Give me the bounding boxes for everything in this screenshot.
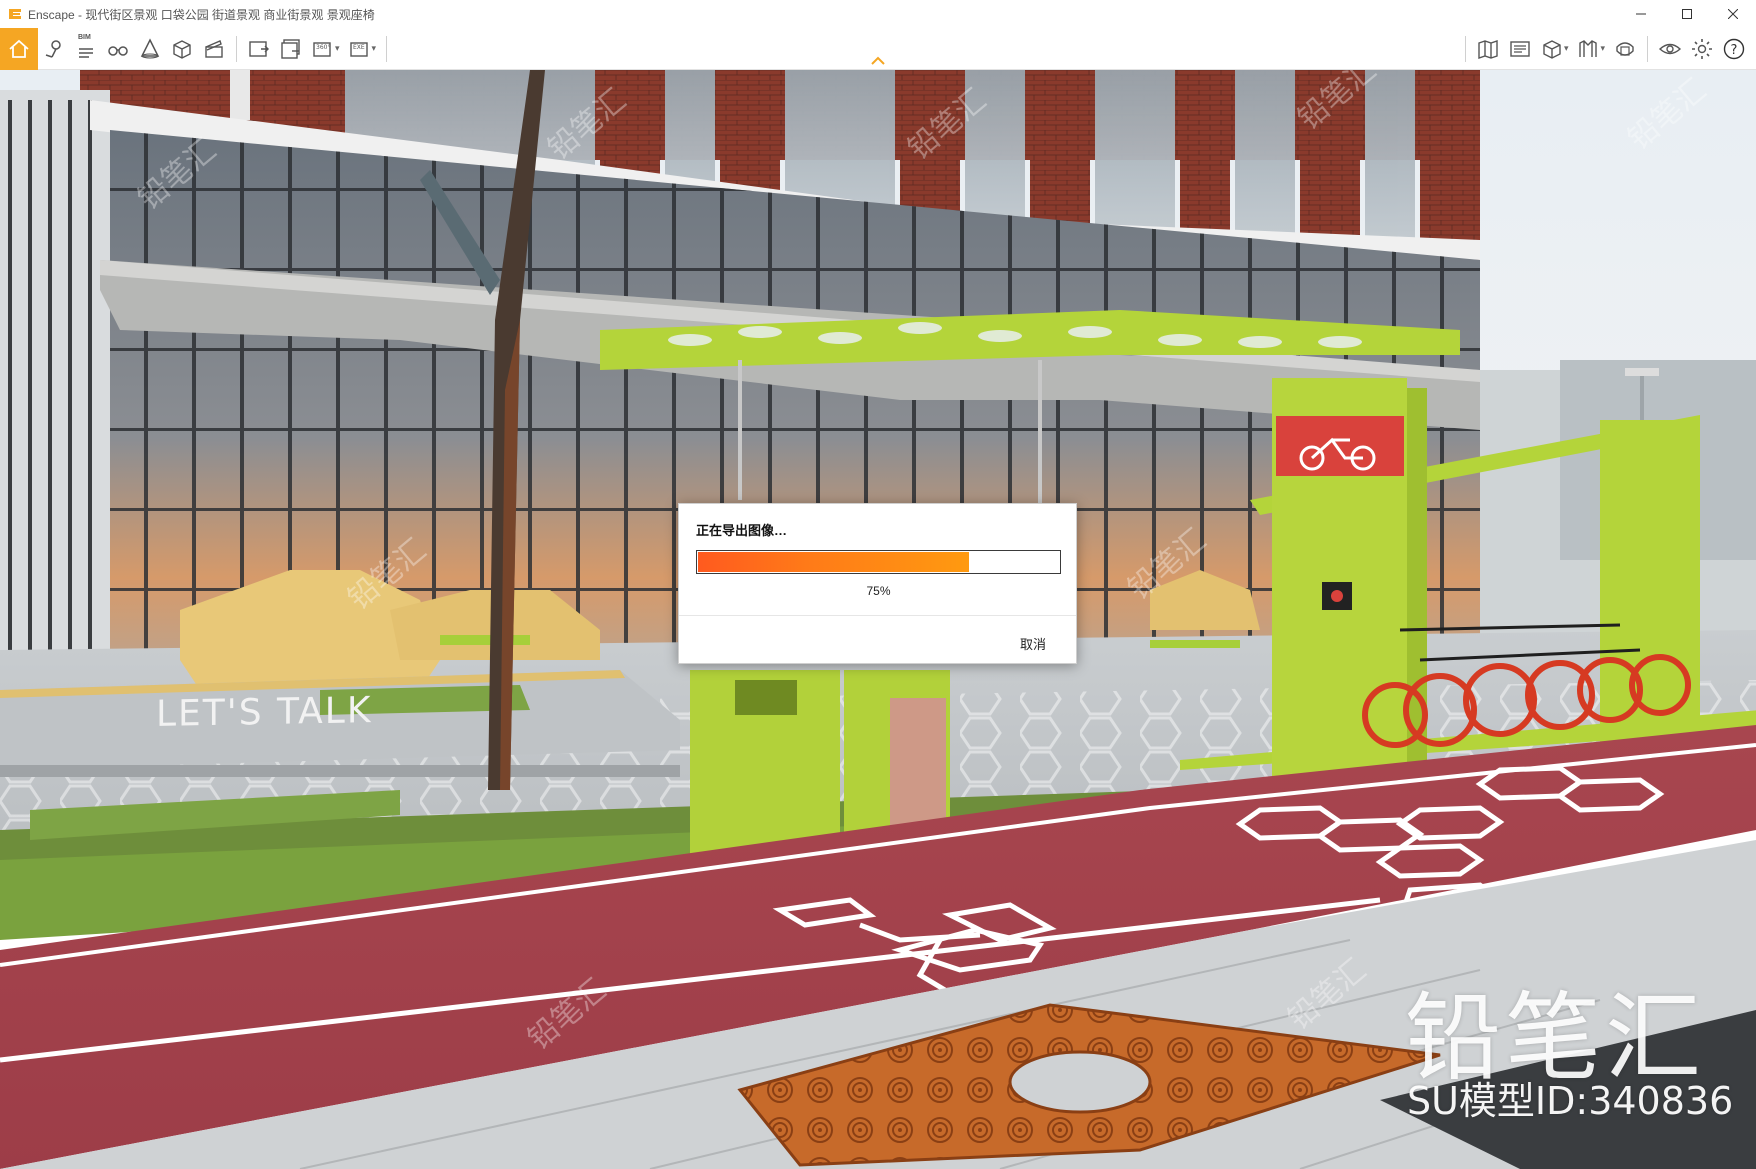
video-editor-button[interactable] (198, 31, 230, 67)
bim-label: BIM (78, 33, 91, 41)
cone-button[interactable] (134, 31, 166, 67)
screenshot-icon (249, 40, 269, 57)
binoculars-button[interactable] (102, 31, 134, 67)
close-icon (1728, 9, 1738, 19)
material-button[interactable] (1572, 31, 1604, 67)
batch-render-button[interactable] (275, 31, 307, 67)
window-title: Enscape - 现代街区景观 口袋公园 街道景观 商业街景观 景观座椅 (28, 7, 375, 22)
panorama-button[interactable]: 360° (307, 31, 339, 67)
enscape-window: Enscape - 现代街区景观 口袋公园 街道景观 商业街景观 景观座椅 BI… (0, 0, 1756, 1169)
help-icon: ? (1723, 38, 1745, 59)
cube-icon (1543, 39, 1561, 59)
view-button[interactable] (1654, 31, 1686, 67)
cancel-button[interactable]: 取消 (1020, 634, 1046, 653)
binoculars-icon (108, 45, 128, 56)
minimize-button[interactable] (1618, 0, 1664, 28)
maximize-icon (1682, 9, 1692, 19)
exe-export-button[interactable]: EXE (344, 31, 376, 67)
asset-library-button[interactable] (1504, 31, 1536, 67)
exe-export-icon: EXE (349, 41, 368, 57)
asset-library-icon (1510, 40, 1530, 57)
settings-button[interactable] (1686, 31, 1718, 67)
clapper-icon (205, 39, 223, 58)
bim-button[interactable]: BIM (70, 31, 102, 67)
toolbar-separator (236, 35, 237, 62)
collapse-toolbar-icon[interactable] (870, 56, 886, 66)
cone-icon (140, 37, 160, 58)
progress-percentage: 75% (866, 584, 891, 598)
dialog-title: 正在导出图像… (696, 523, 788, 538)
minimize-icon (1636, 13, 1646, 15)
app-name: Enscape (28, 7, 75, 22)
panorama-label: 360° (316, 44, 330, 51)
cube-button[interactable] (1536, 31, 1568, 67)
visual-settings-icon (1616, 41, 1634, 56)
toolbar-separator (386, 35, 388, 62)
help-button[interactable]: ? (1718, 31, 1750, 67)
box-icon (173, 39, 191, 59)
box-button[interactable] (166, 31, 198, 67)
title-tags: 现代街区景观 口袋公园 街道景观 商业街景观 景观座椅 (85, 7, 375, 22)
gear-icon (1692, 38, 1712, 59)
batch-render-icon (281, 38, 300, 59)
window-controls (1618, 0, 1756, 28)
panorama-icon: 360° (313, 41, 331, 57)
eye-icon (1658, 43, 1682, 54)
enscape-logo-icon (9, 9, 21, 19)
export-label: EXE (353, 44, 365, 51)
export-progress-dialog: 正在导出图像… 75% 取消 (678, 503, 1077, 664)
toolbar-separator (1464, 35, 1466, 62)
map-icon (1478, 39, 1498, 59)
lets-talk-sign: LET'S TALK (156, 690, 373, 735)
watermark-model-id: SU模型ID:340836 (1407, 1079, 1734, 1123)
map-button[interactable] (1472, 31, 1504, 67)
toolbar-separator (1647, 35, 1648, 62)
progress-bar (696, 550, 1061, 574)
svg-text:?: ? (1731, 43, 1738, 58)
close-button[interactable] (1710, 0, 1756, 28)
location-button[interactable] (38, 31, 70, 67)
material-icon (1579, 39, 1598, 57)
visual-settings-button[interactable] (1609, 31, 1641, 67)
screenshot-button[interactable] (243, 31, 275, 67)
home-icon (9, 39, 29, 58)
dialog-divider (679, 615, 1076, 616)
maximize-button[interactable] (1664, 0, 1710, 28)
home-button[interactable] (0, 27, 38, 70)
title-bar: Enscape - 现代街区景观 口袋公园 街道景观 商业街景观 景观座椅 (0, 0, 1756, 28)
location-pin-icon (45, 39, 61, 58)
progress-fill (698, 552, 969, 572)
